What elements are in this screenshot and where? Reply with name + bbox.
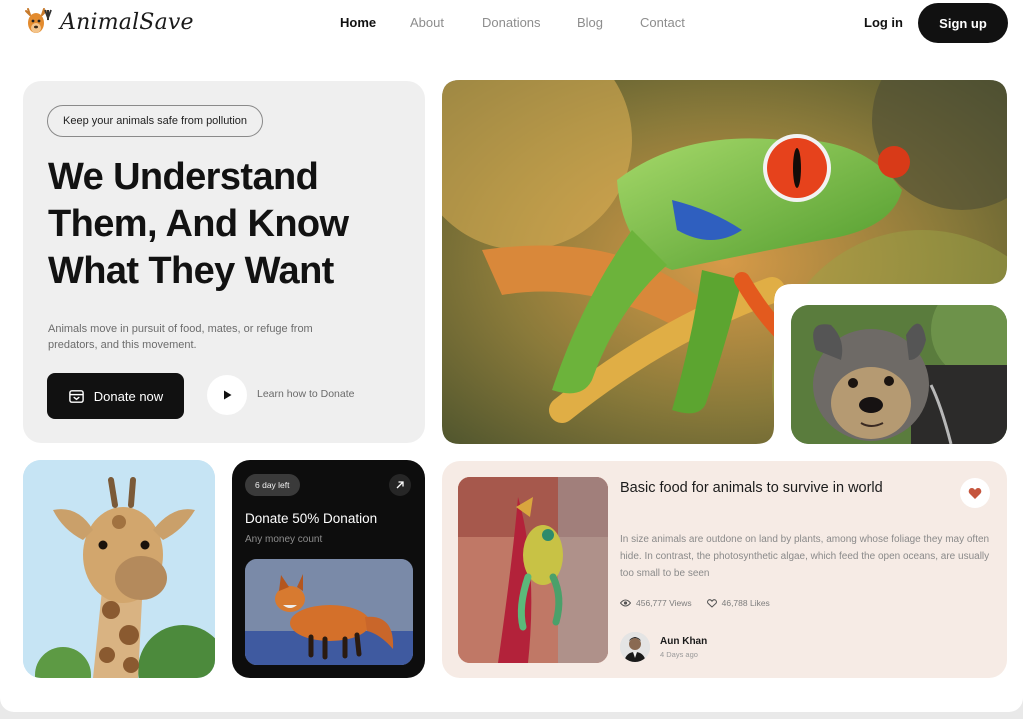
fox-illustration (245, 559, 413, 665)
signup-button[interactable]: Sign up (918, 3, 1008, 43)
play-video-button[interactable] (207, 375, 247, 415)
giraffe-image (23, 460, 215, 678)
dog-image (791, 305, 1007, 444)
views-count: 456,777 Views (636, 598, 692, 608)
blog-card[interactable]: Basic food for animals to survive in wor… (442, 461, 1007, 678)
hero-card: Keep your animals safe from pollution We… (23, 81, 425, 443)
deer-logo-icon (25, 8, 52, 33)
views-stat: 456,777 Views (620, 598, 692, 608)
blog-excerpt: In size animals are outdone on land by p… (620, 534, 990, 579)
likes-stat: 46,788 Likes (706, 598, 770, 608)
frog-flower-illustration (458, 477, 608, 663)
nav-link-home[interactable]: Home (340, 15, 410, 30)
days-left-badge: 6 day left (245, 474, 300, 496)
heart-outline-icon (706, 598, 717, 608)
nav-link-contact[interactable]: Contact (640, 15, 710, 30)
heart-icon (968, 487, 982, 499)
dog-illustration (791, 305, 1007, 444)
nav-link-about[interactable]: About (410, 15, 482, 30)
donation-subtitle: Any money count (245, 534, 323, 545)
giraffe-illustration (23, 460, 215, 678)
hero-description: Animals move in pursuit of food, mates, … (48, 323, 313, 351)
play-icon (224, 390, 232, 400)
favorite-button[interactable] (960, 478, 990, 508)
blog-title[interactable]: Basic food for animals to survive in wor… (620, 477, 890, 499)
hero-title: We Understand Them, And Know What They W… (48, 156, 349, 292)
eye-icon (620, 599, 631, 607)
nav-link-blog[interactable]: Blog (577, 15, 640, 30)
brand-logo[interactable]: AnimalSave (20, 6, 194, 38)
hero-tagline: Keep your animals safe from pollution (47, 105, 264, 137)
blog-stats: 456,777 Views 46,788 Likes (620, 598, 770, 608)
fox-image (245, 559, 413, 665)
brand-name: AnimalSave (60, 9, 194, 35)
learn-donate-link[interactable]: Learn how to Donate (257, 388, 354, 400)
gift-icon (68, 389, 84, 403)
donation-open-button[interactable] (389, 474, 411, 496)
top-nav: AnimalSave Home About Donations Blog Con… (0, 0, 1023, 46)
author-name: Aun Khan (660, 635, 708, 647)
post-time: 4 Days ago (660, 649, 698, 659)
nav-link-donations[interactable]: Donations (482, 15, 577, 30)
donation-title: Donate 50% Donation (245, 511, 378, 526)
nav-links: Home About Donations Blog Contact (340, 15, 710, 30)
likes-count: 46,788 Likes (721, 598, 770, 608)
donation-card[interactable]: 6 day left Donate 50% Donation Any money… (232, 460, 425, 678)
donate-now-label: Donate now (93, 388, 164, 404)
login-link[interactable]: Log in (864, 15, 903, 30)
frog-on-flower-image (458, 477, 608, 663)
blog-author[interactable]: Aun Khan 4 Days ago (620, 632, 707, 662)
arrow-up-right-icon (396, 481, 404, 489)
avatar-illustration (620, 632, 650, 662)
avatar (620, 632, 650, 662)
page: AnimalSave Home About Donations Blog Con… (0, 0, 1023, 712)
author-meta: Aun Khan 4 Days ago (660, 636, 707, 659)
donate-now-button[interactable]: Donate now (47, 373, 184, 419)
